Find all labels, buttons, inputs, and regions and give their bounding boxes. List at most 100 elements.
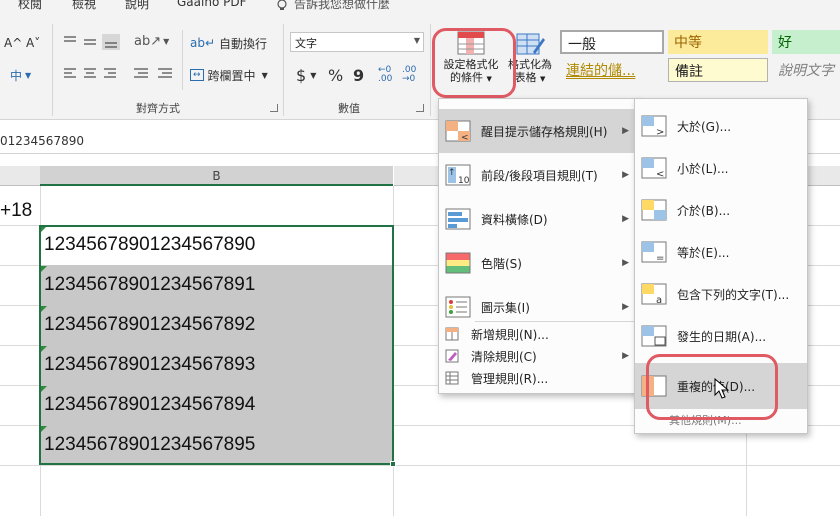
- style-normal[interactable]: 一般: [560, 30, 664, 54]
- svg-text:↑: ↑: [448, 168, 456, 178]
- color-scales-icon: [445, 252, 471, 274]
- cell-a2[interactable]: +18: [0, 200, 32, 222]
- menu-item-label: 新增規則(N)...: [471, 327, 549, 342]
- phonetic-label: 中: [10, 68, 23, 83]
- currency-label: $: [296, 65, 307, 85]
- horizontal-align-icons[interactable]: [62, 66, 180, 82]
- style-note[interactable]: 備註: [668, 58, 768, 82]
- menu-item-greater-than[interactable]: > 大於(G)...: [635, 105, 807, 147]
- menu-item-label: 管理規則(R)...: [471, 371, 549, 386]
- svg-text:>: >: [656, 127, 664, 138]
- group-separator: [283, 24, 284, 116]
- style-explanatory-text[interactable]: 說明文字: [772, 58, 840, 82]
- group-separator: [52, 24, 53, 116]
- menu-item-data-bars[interactable]: 資料橫條(D) ▶: [439, 197, 637, 241]
- merge-center-button[interactable]: ↔ 跨欄置中 ▼: [190, 64, 268, 86]
- menu-item-label: 醒目提示儲存格規則(H): [481, 124, 608, 139]
- chevron-down-icon: ▼: [25, 70, 32, 80]
- wrap-text-button[interactable]: ab↵ 自動換行: [190, 32, 267, 54]
- tab-view[interactable]: 檢視: [72, 0, 96, 12]
- style-good[interactable]: 好: [772, 30, 840, 54]
- format-as-table-label-2: 表格 ▼: [514, 71, 546, 84]
- tell-me-text: 告訴我您想做什麼: [294, 0, 391, 11]
- menu-separator: [475, 321, 635, 322]
- menu-item-manage-rules[interactable]: 管理規則(R)...: [439, 367, 637, 389]
- wrap-text-icon: ab↵: [190, 36, 216, 50]
- highlight-ring: [646, 354, 778, 420]
- data-bars-icon: [445, 208, 471, 230]
- decrease-decimal-icon[interactable]: .00 →0: [402, 64, 416, 86]
- between-icon: [641, 199, 667, 221]
- submenu-arrow-icon: ▶: [622, 351, 629, 361]
- style-neutral[interactable]: 中等: [668, 30, 768, 54]
- manage-rules-icon: [445, 371, 459, 385]
- tab-help[interactable]: 說明: [125, 0, 149, 12]
- menu-item-clear-rules[interactable]: 清除規則(C) ▶: [439, 345, 637, 367]
- clear-rules-icon: [445, 349, 459, 363]
- menu-item-color-scales[interactable]: 色階(S) ▶: [439, 241, 637, 285]
- increase-font-size-button[interactable]: A^: [4, 32, 22, 54]
- percent-button[interactable]: %: [328, 64, 343, 86]
- submenu-arrow-icon: ▶: [622, 302, 629, 312]
- text-contains-icon: a: [641, 283, 667, 306]
- merge-icon: ↔: [190, 69, 204, 81]
- svg-text:a: a: [656, 295, 662, 306]
- conditional-formatting-menu: < 醒目提示儲存格規則(H) ▶ 10 ↑ 前段/後段項目規則(T) ▶ 資料橫條(D…: [438, 98, 638, 394]
- currency-button[interactable]: $ ▼: [296, 64, 316, 86]
- menu-item-label: 資料橫條(D): [481, 212, 548, 227]
- alignment-group-label: 對齊方式: [136, 102, 180, 115]
- formula-bar-text: 01234567890: [0, 134, 84, 148]
- menu-item-label: 大於(G)...: [677, 119, 732, 134]
- fill-handle[interactable]: [390, 461, 396, 467]
- increase-decimal-icon[interactable]: ←0.00: [378, 64, 392, 86]
- menu-item-highlight-cells-rules[interactable]: < 醒目提示儲存格規則(H) ▶: [439, 109, 637, 153]
- number-format-select[interactable]: 文字 ▼: [290, 32, 424, 52]
- submenu-arrow-icon: ▶: [622, 258, 629, 268]
- top-bottom-rules-icon: 10↑: [445, 164, 471, 186]
- style-linked-cell[interactable]: 連結的儲...: [560, 58, 664, 82]
- ribbon-tab-strip: 校閱 檢視 說明 Gaaiho PDF 告訴我您想做什麼: [0, 0, 840, 14]
- format-as-table-icon: [516, 33, 545, 55]
- orientation-button[interactable]: ab↗ ▼: [134, 30, 169, 52]
- lightbulb-icon: [277, 0, 287, 10]
- menu-item-less-than[interactable]: < 小於(L)...: [635, 147, 807, 189]
- comma-style-button[interactable]: 9: [353, 64, 364, 86]
- decrease-font-size-button[interactable]: A˅: [26, 32, 40, 54]
- tell-me-search[interactable]: 告訴我您想做什麼: [276, 0, 390, 12]
- wrap-text-label: 自動換行: [219, 36, 268, 51]
- menu-item-new-rule[interactable]: 新增規則(N)...: [439, 323, 637, 345]
- menu-item-between[interactable]: 介於(B)...: [635, 189, 807, 231]
- merge-center-label: 跨欄置中: [207, 68, 256, 83]
- mouse-cursor-icon: [714, 378, 730, 399]
- menu-item-label: 圖示集(I): [481, 300, 530, 315]
- submenu-arrow-icon: ▶: [622, 126, 629, 136]
- cell-styles-gallery: 一般 中等 好 連結的儲... 備註 說明文字: [556, 28, 840, 84]
- menu-item-text-contains[interactable]: a 包含下列的文字(T)...: [635, 273, 807, 315]
- number-dialog-launcher-icon[interactable]: [416, 104, 424, 112]
- group-separator: [182, 30, 183, 90]
- icon-sets-icon: [445, 296, 471, 318]
- number-group-label: 數值: [338, 102, 360, 115]
- column-header-b[interactable]: B: [40, 166, 393, 186]
- phonetic-button[interactable]: 中 ▼: [10, 64, 31, 86]
- svg-text:=: =: [656, 253, 664, 264]
- tab-gaaiho-pdf[interactable]: Gaaiho PDF: [177, 0, 246, 9]
- group-separator: [430, 24, 431, 116]
- chevron-down-icon: ▼: [413, 36, 420, 45]
- svg-text:<: <: [656, 169, 664, 180]
- tab-review[interactable]: 校閱: [18, 0, 42, 12]
- vertical-align-icons[interactable]: [62, 34, 122, 50]
- column-header-a[interactable]: [0, 166, 40, 186]
- menu-item-label: 前段/後段項目規則(T): [481, 168, 598, 183]
- alignment-dialog-launcher-icon[interactable]: [270, 104, 278, 112]
- svg-text:<: <: [461, 133, 469, 143]
- menu-item-date-occurring[interactable]: 發生的日期(A)...: [635, 315, 807, 357]
- menu-item-label: 小於(L)...: [677, 161, 729, 176]
- svg-text:10: 10: [458, 176, 470, 186]
- menu-item-equal-to[interactable]: = 等於(E)...: [635, 231, 807, 273]
- menu-item-top-bottom-rules[interactable]: 10 ↑ 前段/後段項目規則(T) ▶: [439, 153, 637, 197]
- selection-range: [39, 225, 394, 465]
- new-rule-icon: [445, 327, 459, 341]
- menu-item-label: 等於(E)...: [677, 245, 730, 260]
- highlight-ring: [432, 28, 516, 98]
